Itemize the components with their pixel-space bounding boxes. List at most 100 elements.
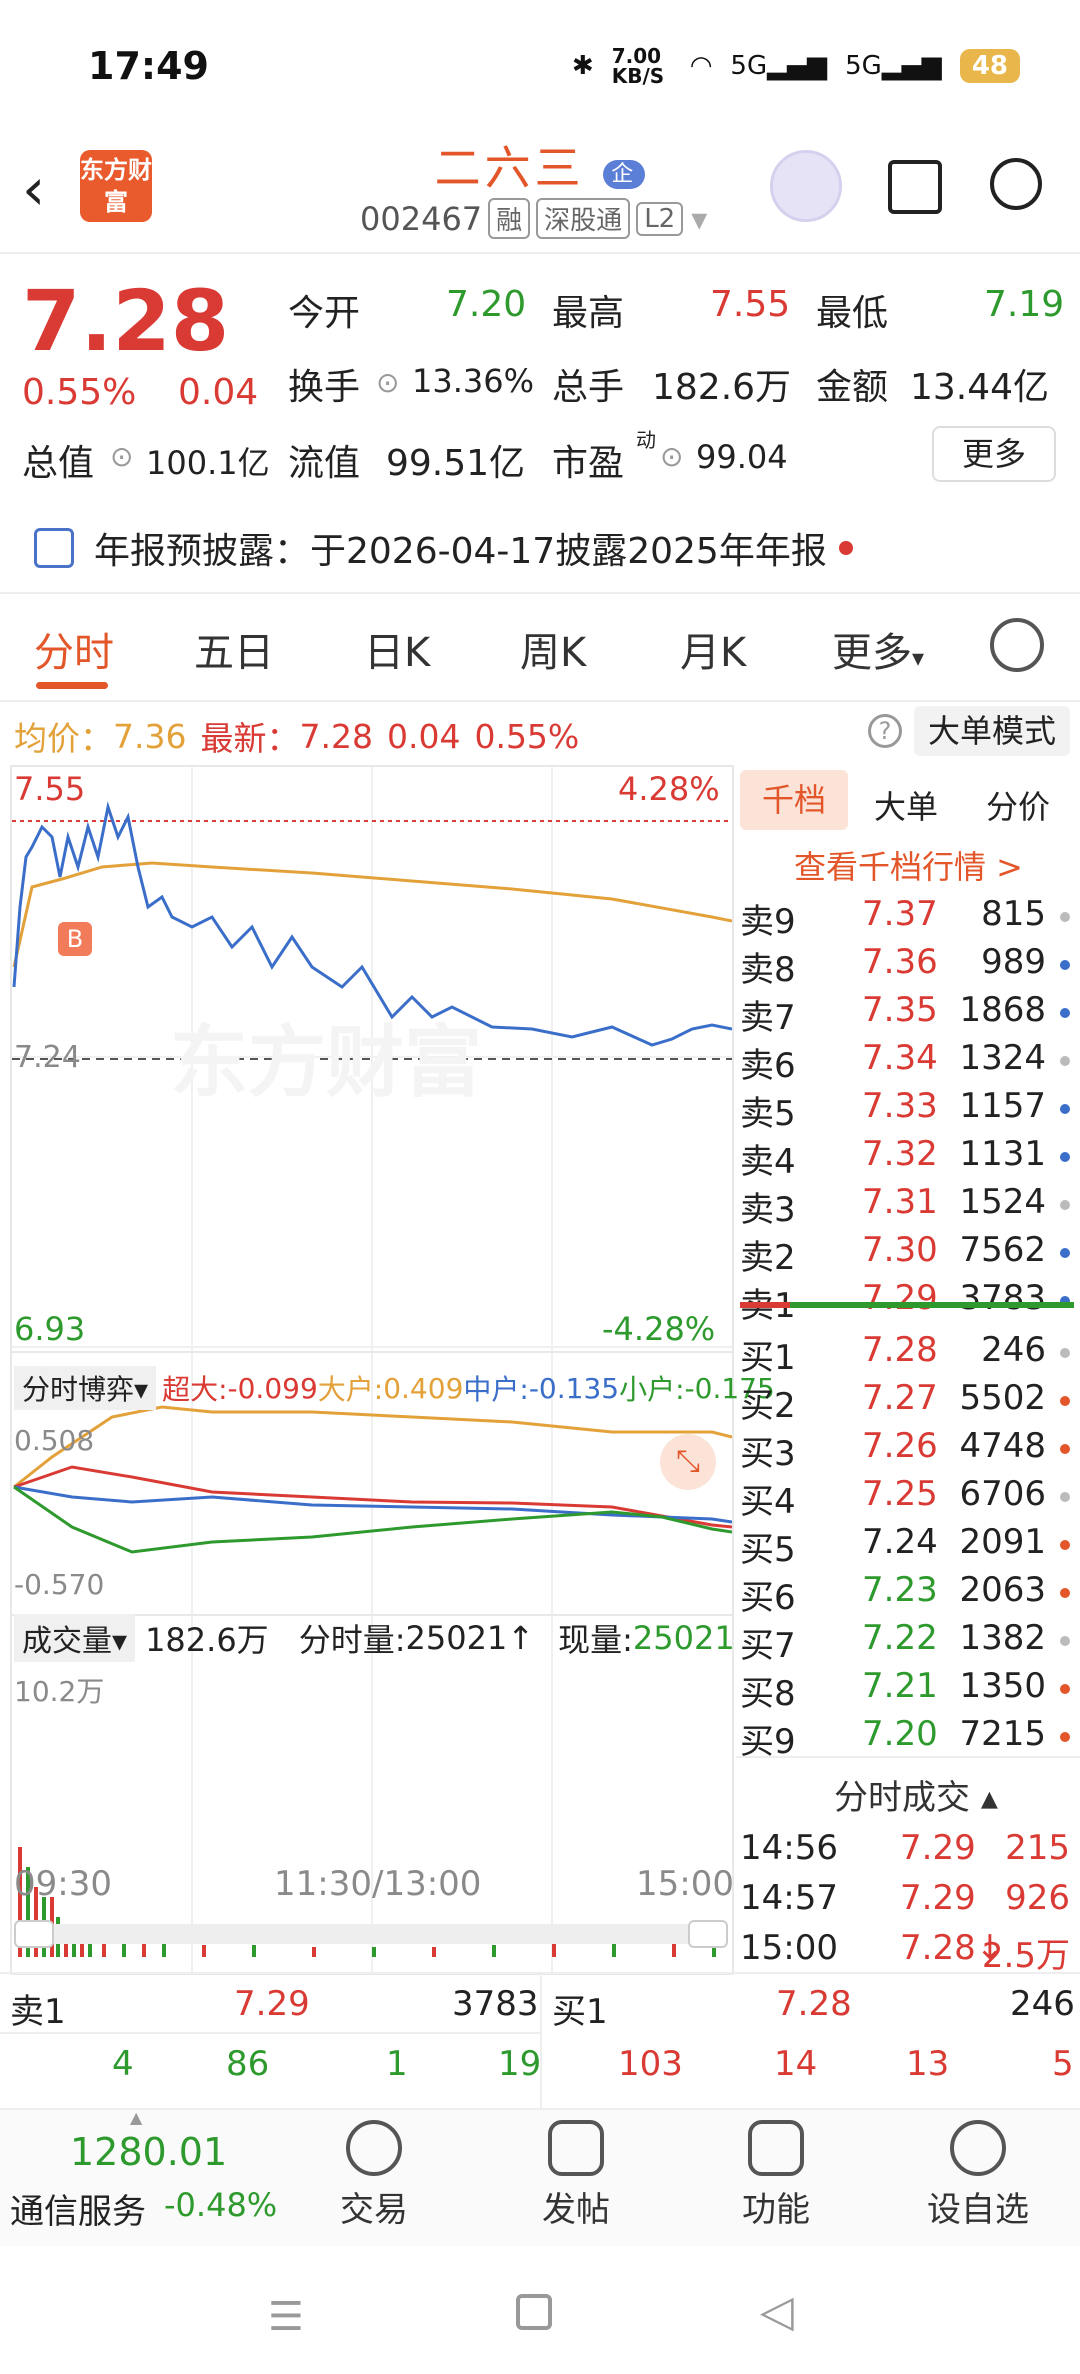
bid-volume: 5502 <box>959 1378 1046 1418</box>
status-time: 17:49 <box>88 44 209 88</box>
sell-queue-item: 19 <box>498 2044 542 2084</box>
ask-row[interactable]: 卖9 7.37 815 <box>740 894 1070 942</box>
time-scrollbar[interactable] <box>14 1920 728 1948</box>
robot-avatar-icon[interactable] <box>770 150 842 222</box>
nav-functions[interactable]: 功能 <box>706 2110 846 2231</box>
ask-row[interactable]: 卖8 7.36 989 <box>740 942 1070 990</box>
bottom-price-label: 6.93 <box>14 1310 86 1348</box>
bid-row[interactable]: 买7 7.22 1382 <box>740 1618 1070 1666</box>
buy1-label: 买1 <box>552 1992 608 2032</box>
menu-icon[interactable]: ☰ <box>268 2294 304 2340</box>
low-value: 7.19 <box>984 284 1065 325</box>
back-nav-icon[interactable]: ◁ <box>760 2286 794 2337</box>
time-mid: 11:30/13:00 <box>274 1864 482 1904</box>
mid-value: -0.135 <box>528 1371 620 1405</box>
share-icon[interactable] <box>888 160 942 214</box>
ask-row[interactable]: 卖7 7.35 1868 <box>740 990 1070 1038</box>
tab-five-day[interactable]: 五日 <box>194 620 274 678</box>
ask-row[interactable]: 卖2 7.30 7562 <box>740 1230 1070 1278</box>
scroll-handle-right[interactable] <box>688 1920 728 1948</box>
info-icon[interactable]: ⊙ <box>376 366 399 399</box>
help-icon[interactable]: ? <box>868 714 902 748</box>
tab-monthly-k[interactable]: 月K <box>680 620 746 678</box>
home-icon[interactable] <box>516 2294 552 2330</box>
nav-post[interactable]: 发帖 <box>506 2110 646 2231</box>
current-price: 7.28 <box>22 272 230 370</box>
stock-code-line[interactable]: 002467 融 深股通 L2 ▾ <box>360 198 707 239</box>
ask-label: 卖4 <box>740 1142 796 1182</box>
buy-queue-item: 14 <box>774 2044 818 2084</box>
tab-intraday[interactable]: 分时 <box>34 620 114 678</box>
bid-dot <box>1060 1684 1070 1694</box>
bid-row[interactable]: 买4 7.25 6706 <box>740 1474 1070 1522</box>
bid-price: 7.27 <box>862 1378 938 1418</box>
index-value: 1280.01 <box>70 2130 228 2174</box>
ask-row[interactable]: 卖6 7.34 1324 <box>740 1038 1070 1086</box>
grid-icon <box>748 2120 804 2176</box>
ask-row[interactable]: 卖3 7.31 1524 <box>740 1182 1070 1230</box>
notice-text: 年报预披露：于2026-04-17披露2025年年报 <box>94 531 827 572</box>
notice-bar[interactable]: 年报预披露：于2026-04-17披露2025年年报 <box>94 522 853 574</box>
view-thousand-level-link[interactable]: 查看千档行情 > <box>794 842 1023 888</box>
bid-row[interactable]: 买6 7.23 2063 <box>740 1570 1070 1618</box>
settings-gear-icon[interactable] <box>990 618 1044 672</box>
turnover-value: 13.36% <box>412 362 535 400</box>
ask-volume: 1524 <box>959 1182 1046 1222</box>
nav-add-watchlist[interactable]: 设自选 <box>908 2110 1048 2231</box>
big-value: 0.409 <box>383 1371 464 1405</box>
time-end: 15:00 <box>636 1864 734 1904</box>
tab-daily-k[interactable]: 日K <box>364 620 430 678</box>
system-nav-bar: ☰ ◁ <box>0 2246 1080 2374</box>
search-icon[interactable] <box>990 158 1042 210</box>
trades-title[interactable]: 分时成交 ▴ <box>834 1770 998 1819</box>
bid-row[interactable]: 买3 7.26 4748 <box>740 1426 1070 1474</box>
ask-dot <box>1060 1008 1070 1018</box>
info-icon[interactable]: ⊙ <box>660 440 683 473</box>
avg-value: 7.36 <box>113 716 187 756</box>
ask-volume: 3783 <box>959 1278 1046 1318</box>
bid-volume: 2091 <box>959 1522 1046 1562</box>
info-icon[interactable]: ⊙ <box>110 440 133 473</box>
buy-queue-item: 103 <box>618 2044 683 2084</box>
nav-trade[interactable]: 交易 <box>304 2110 444 2231</box>
bid-dot <box>1060 1444 1070 1454</box>
more-button[interactable]: 更多 <box>932 426 1056 482</box>
expand-icon[interactable]: ⤡ <box>660 1434 716 1490</box>
bid-price: 7.23 <box>862 1570 938 1610</box>
signal-icon: 5G▂▄▆ <box>845 51 942 81</box>
tab-thousand-level[interactable]: 千档 <box>740 770 848 830</box>
current-volume-label: 现量: <box>558 1621 633 1659</box>
wifi-icon: ◠ <box>689 51 713 81</box>
volume-selector[interactable]: 成交量▾ <box>14 1614 136 1662</box>
flow-selector[interactable]: 分时博弈▾ <box>14 1366 157 1410</box>
bid-volume: 6706 <box>959 1474 1046 1514</box>
buy-marker[interactable]: B <box>58 922 92 956</box>
bid-row[interactable]: 买1 7.28 246 <box>740 1330 1070 1378</box>
ask-row[interactable]: 卖5 7.33 1157 <box>740 1086 1070 1134</box>
chevron-down-icon: ▾ <box>691 199 708 238</box>
high-value: 7.55 <box>710 284 791 325</box>
tab-weekly-k[interactable]: 周K <box>520 620 586 678</box>
divider <box>540 1974 542 2108</box>
tab-big-order[interactable]: 大单 <box>874 782 938 828</box>
big-order-mode-button[interactable]: 大单模式 <box>914 706 1070 756</box>
bid-row[interactable]: 买5 7.24 2091 <box>740 1522 1070 1570</box>
volume-label: 总手 <box>552 367 625 408</box>
ask-row[interactable]: 卖4 7.32 1131 <box>740 1134 1070 1182</box>
tab-price-distribution[interactable]: 分价 <box>986 782 1050 828</box>
price-change: 0.04 <box>178 372 259 413</box>
pe-value: 99.04 <box>696 438 788 476</box>
super-label: 超大: <box>162 1373 228 1406</box>
sector-index-card[interactable]: ▲ 1280.01 通信服务 -0.48% <box>0 2108 290 2246</box>
bid-row[interactable]: 买8 7.21 1350 <box>740 1666 1070 1714</box>
trade-row: 15:00 7.28↓ 2.5万 <box>740 1928 1070 1976</box>
bid-row[interactable]: 买9 7.20 7215 <box>740 1714 1070 1762</box>
bid-row[interactable]: 买2 7.27 5502 <box>740 1378 1070 1426</box>
bid-label: 买7 <box>740 1626 796 1666</box>
bid-price: 7.20 <box>862 1714 938 1754</box>
scroll-handle-left[interactable] <box>14 1920 54 1948</box>
ask-label: 卖5 <box>740 1094 796 1134</box>
bid-dot <box>1060 1540 1070 1550</box>
tab-more[interactable]: 更多▾ <box>832 620 924 678</box>
ask-dot <box>1060 960 1070 970</box>
